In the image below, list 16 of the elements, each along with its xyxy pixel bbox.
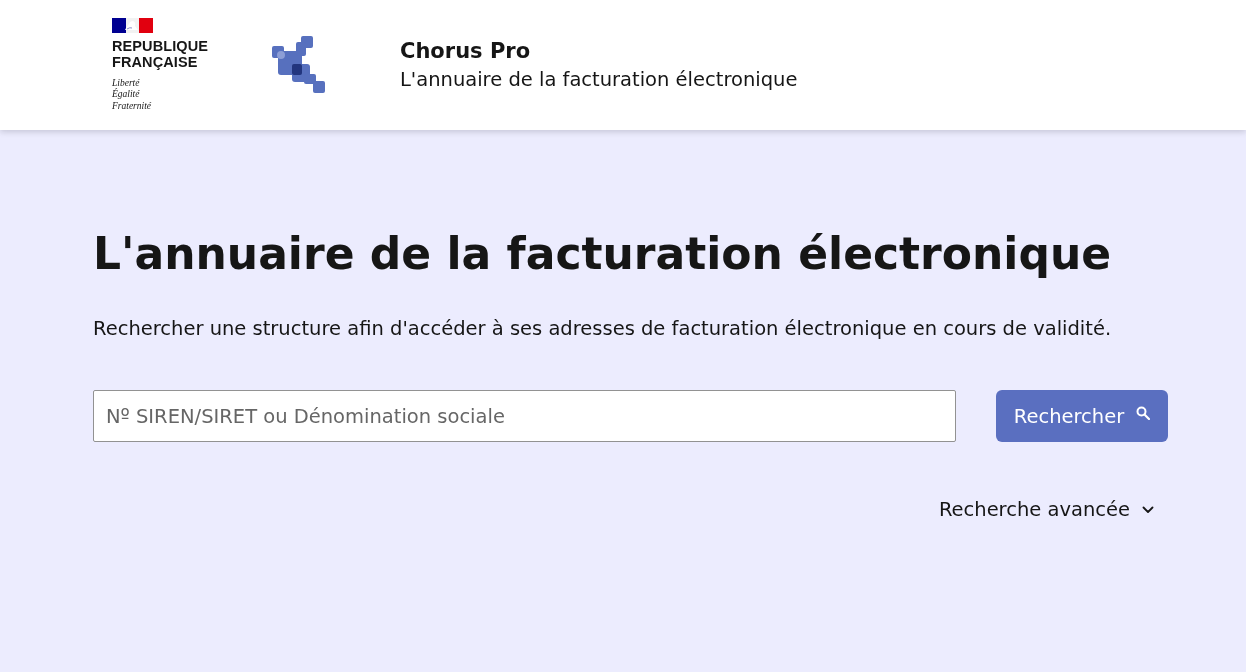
flag-icon [112,17,153,33]
motto-text: Égalité [112,89,140,101]
advanced-search-toggle[interactable]: Recherche avancée [938,497,1154,523]
squares-logo-icon [272,36,326,94]
motto-text: Fraternité [112,100,152,113]
republic-name: REPUBLIQUE [112,37,209,54]
search-icon [1136,406,1151,420]
page-heading: L'annuaire de la facturation électronique [93,227,1113,281]
service-tagline: L'annuaire de la facturation électronique [400,67,798,93]
motto-text: Liberté [112,77,140,88]
chevron-icon [1142,506,1154,514]
page-description: Rechercher une structure afin d'accéder à ses adresses de facturation électronique en cours de validité. [93,316,1113,342]
republic-name: FRANÇAISE [112,53,198,70]
search-field[interactable]: Nº SIREN/SIRET ou Dénomination sociale [93,390,956,442]
service-title: Chorus Pro [400,38,531,65]
search-button[interactable]: Rechercher [996,390,1168,442]
